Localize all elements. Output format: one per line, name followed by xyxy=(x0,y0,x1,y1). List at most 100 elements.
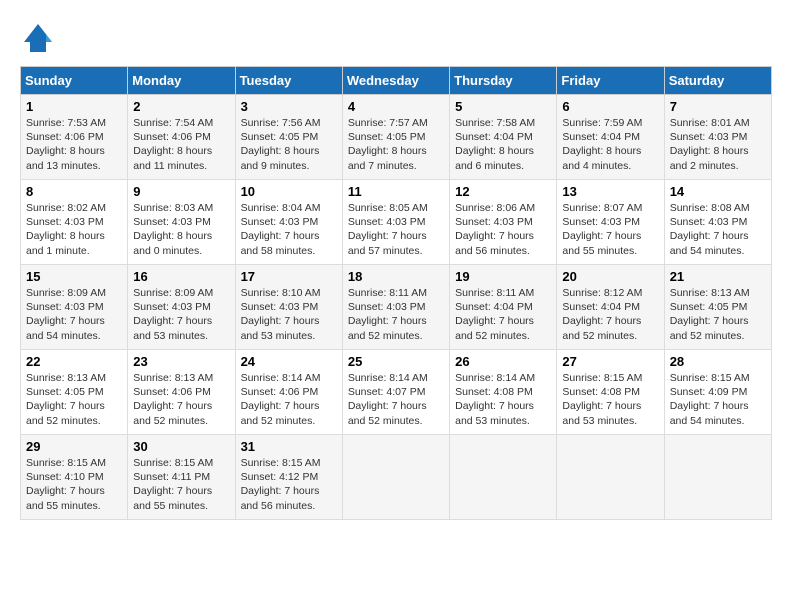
day-number: 18 xyxy=(348,269,444,284)
logo-icon xyxy=(20,20,56,56)
day-number: 8 xyxy=(26,184,122,199)
weekday-header-wednesday: Wednesday xyxy=(342,67,449,95)
day-info: Sunrise: 8:09 AMSunset: 4:03 PMDaylight:… xyxy=(26,286,122,343)
calendar-cell: 31 Sunrise: 8:15 AMSunset: 4:12 PMDayligh… xyxy=(235,435,342,520)
calendar-cell: 17 Sunrise: 8:10 AMSunset: 4:03 PMDayligh… xyxy=(235,265,342,350)
calendar-cell: 21 Sunrise: 8:13 AMSunset: 4:05 PMDayligh… xyxy=(664,265,771,350)
calendar-cell xyxy=(450,435,557,520)
calendar-table: SundayMondayTuesdayWednesdayThursdayFrid… xyxy=(20,66,772,520)
calendar-cell: 29 Sunrise: 8:15 AMSunset: 4:10 PMDayligh… xyxy=(21,435,128,520)
calendar-cell: 12 Sunrise: 8:06 AMSunset: 4:03 PMDayligh… xyxy=(450,180,557,265)
calendar-cell: 18 Sunrise: 8:11 AMSunset: 4:03 PMDayligh… xyxy=(342,265,449,350)
calendar-cell: 5 Sunrise: 7:58 AMSunset: 4:04 PMDaylight… xyxy=(450,95,557,180)
day-info: Sunrise: 8:14 AMSunset: 4:06 PMDaylight:… xyxy=(241,371,337,428)
day-info: Sunrise: 7:53 AMSunset: 4:06 PMDaylight:… xyxy=(26,116,122,173)
day-number: 16 xyxy=(133,269,229,284)
day-info: Sunrise: 8:08 AMSunset: 4:03 PMDaylight:… xyxy=(670,201,766,258)
day-info: Sunrise: 8:13 AMSunset: 4:06 PMDaylight:… xyxy=(133,371,229,428)
calendar-week-row: 29 Sunrise: 8:15 AMSunset: 4:10 PMDayligh… xyxy=(21,435,772,520)
page-header xyxy=(20,20,772,56)
day-info: Sunrise: 8:15 AMSunset: 4:11 PMDaylight:… xyxy=(133,456,229,513)
calendar-cell: 2 Sunrise: 7:54 AMSunset: 4:06 PMDaylight… xyxy=(128,95,235,180)
day-info: Sunrise: 8:14 AMSunset: 4:08 PMDaylight:… xyxy=(455,371,551,428)
weekday-header-saturday: Saturday xyxy=(664,67,771,95)
calendar-cell: 27 Sunrise: 8:15 AMSunset: 4:08 PMDayligh… xyxy=(557,350,664,435)
calendar-cell: 1 Sunrise: 7:53 AMSunset: 4:06 PMDaylight… xyxy=(21,95,128,180)
day-number: 4 xyxy=(348,99,444,114)
weekday-header-thursday: Thursday xyxy=(450,67,557,95)
calendar-cell: 3Sunrise: 7:56 AMSunset: 4:05 PMDaylight… xyxy=(235,95,342,180)
day-number: 24 xyxy=(241,354,337,369)
day-info: Sunrise: 8:11 AMSunset: 4:03 PMDaylight:… xyxy=(348,286,444,343)
weekday-header-monday: Monday xyxy=(128,67,235,95)
day-number: 20 xyxy=(562,269,658,284)
day-number: 5 xyxy=(455,99,551,114)
calendar-cell: 7 Sunrise: 8:01 AMSunset: 4:03 PMDaylight… xyxy=(664,95,771,180)
calendar-cell: 28 Sunrise: 8:15 AMSunset: 4:09 PMDayligh… xyxy=(664,350,771,435)
day-info: Sunrise: 7:54 AMSunset: 4:06 PMDaylight:… xyxy=(133,116,229,173)
day-info: Sunrise: 8:13 AMSunset: 4:05 PMDaylight:… xyxy=(670,286,766,343)
day-info: Sunrise: 8:11 AMSunset: 4:04 PMDaylight:… xyxy=(455,286,551,343)
day-number: 9 xyxy=(133,184,229,199)
calendar-cell: 24 Sunrise: 8:14 AMSunset: 4:06 PMDayligh… xyxy=(235,350,342,435)
day-number: 13 xyxy=(562,184,658,199)
calendar-cell: 20 Sunrise: 8:12 AMSunset: 4:04 PMDayligh… xyxy=(557,265,664,350)
calendar-body: 1 Sunrise: 7:53 AMSunset: 4:06 PMDaylight… xyxy=(21,95,772,520)
calendar-header-row: SundayMondayTuesdayWednesdayThursdayFrid… xyxy=(21,67,772,95)
day-number: 31 xyxy=(241,439,337,454)
day-number: 12 xyxy=(455,184,551,199)
calendar-cell: 19 Sunrise: 8:11 AMSunset: 4:04 PMDayligh… xyxy=(450,265,557,350)
day-info: Sunrise: 8:06 AMSunset: 4:03 PMDaylight:… xyxy=(455,201,551,258)
day-number: 1 xyxy=(26,99,122,114)
calendar-week-row: 15 Sunrise: 8:09 AMSunset: 4:03 PMDayligh… xyxy=(21,265,772,350)
day-number: 11 xyxy=(348,184,444,199)
day-info: Sunrise: 8:09 AMSunset: 4:03 PMDaylight:… xyxy=(133,286,229,343)
day-info: Sunrise: 8:07 AMSunset: 4:03 PMDaylight:… xyxy=(562,201,658,258)
calendar-cell xyxy=(342,435,449,520)
day-number: 3 xyxy=(241,99,337,114)
day-info: Sunrise: 7:58 AMSunset: 4:04 PMDaylight:… xyxy=(455,116,551,173)
calendar-cell: 11Sunrise: 8:05 AMSunset: 4:03 PMDayligh… xyxy=(342,180,449,265)
weekday-header-friday: Friday xyxy=(557,67,664,95)
day-number: 27 xyxy=(562,354,658,369)
day-number: 29 xyxy=(26,439,122,454)
calendar-cell: 15 Sunrise: 8:09 AMSunset: 4:03 PMDayligh… xyxy=(21,265,128,350)
day-number: 25 xyxy=(348,354,444,369)
day-number: 23 xyxy=(133,354,229,369)
day-number: 7 xyxy=(670,99,766,114)
day-info: Sunrise: 8:15 AMSunset: 4:08 PMDaylight:… xyxy=(562,371,658,428)
day-info: Sunrise: 8:02 AMSunset: 4:03 PMDaylight:… xyxy=(26,201,122,258)
day-info: Sunrise: 8:04 AMSunset: 4:03 PMDaylight:… xyxy=(241,201,337,258)
day-info: Sunrise: 8:12 AMSunset: 4:04 PMDaylight:… xyxy=(562,286,658,343)
day-info: Sunrise: 8:15 AMSunset: 4:10 PMDaylight:… xyxy=(26,456,122,513)
calendar-week-row: 22Sunrise: 8:13 AMSunset: 4:05 PMDayligh… xyxy=(21,350,772,435)
calendar-week-row: 8 Sunrise: 8:02 AMSunset: 4:03 PMDaylight… xyxy=(21,180,772,265)
day-number: 10 xyxy=(241,184,337,199)
day-number: 21 xyxy=(670,269,766,284)
day-number: 26 xyxy=(455,354,551,369)
day-number: 19 xyxy=(455,269,551,284)
calendar-cell: 9Sunrise: 8:03 AMSunset: 4:03 PMDaylight… xyxy=(128,180,235,265)
weekday-header-tuesday: Tuesday xyxy=(235,67,342,95)
day-info: Sunrise: 8:15 AMSunset: 4:09 PMDaylight:… xyxy=(670,371,766,428)
calendar-cell: 8 Sunrise: 8:02 AMSunset: 4:03 PMDaylight… xyxy=(21,180,128,265)
calendar-cell: 10 Sunrise: 8:04 AMSunset: 4:03 PMDayligh… xyxy=(235,180,342,265)
calendar-cell: 13 Sunrise: 8:07 AMSunset: 4:03 PMDayligh… xyxy=(557,180,664,265)
calendar-cell: 14Sunrise: 8:08 AMSunset: 4:03 PMDayligh… xyxy=(664,180,771,265)
day-number: 30 xyxy=(133,439,229,454)
day-number: 15 xyxy=(26,269,122,284)
calendar-cell: 16 Sunrise: 8:09 AMSunset: 4:03 PMDayligh… xyxy=(128,265,235,350)
calendar-cell xyxy=(664,435,771,520)
day-number: 6 xyxy=(562,99,658,114)
day-info: Sunrise: 8:15 AMSunset: 4:12 PMDaylight:… xyxy=(241,456,337,513)
day-number: 28 xyxy=(670,354,766,369)
day-info: Sunrise: 8:01 AMSunset: 4:03 PMDaylight:… xyxy=(670,116,766,173)
day-info: Sunrise: 8:10 AMSunset: 4:03 PMDaylight:… xyxy=(241,286,337,343)
calendar-week-row: 1 Sunrise: 7:53 AMSunset: 4:06 PMDaylight… xyxy=(21,95,772,180)
day-number: 17 xyxy=(241,269,337,284)
calendar-cell: 22Sunrise: 8:13 AMSunset: 4:05 PMDayligh… xyxy=(21,350,128,435)
day-number: 2 xyxy=(133,99,229,114)
calendar-cell: 26 Sunrise: 8:14 AMSunset: 4:08 PMDayligh… xyxy=(450,350,557,435)
calendar-cell: 30 Sunrise: 8:15 AMSunset: 4:11 PMDayligh… xyxy=(128,435,235,520)
day-info: Sunrise: 7:57 AMSunset: 4:05 PMDaylight:… xyxy=(348,116,444,173)
